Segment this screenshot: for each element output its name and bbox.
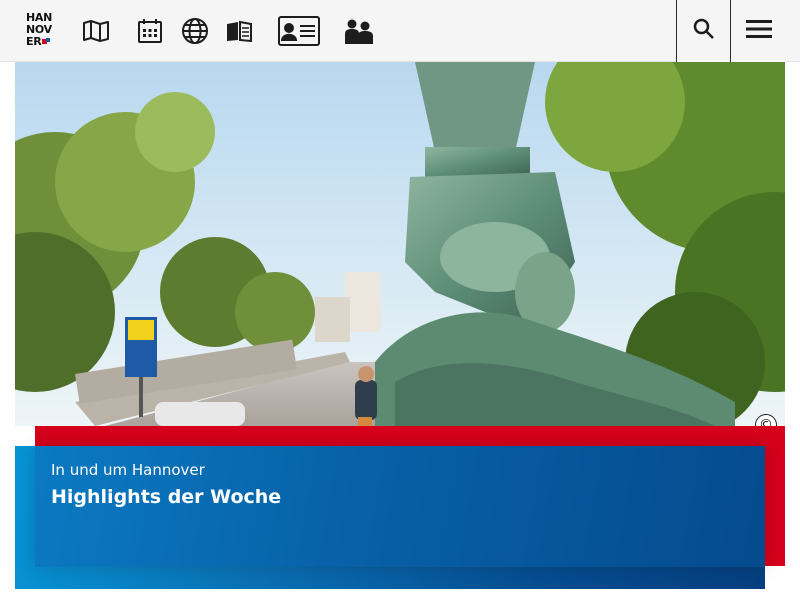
calendar-icon[interactable] (136, 14, 164, 48)
book-icon[interactable] (225, 14, 253, 48)
map-icon[interactable] (82, 14, 110, 48)
hannover-logo[interactable]: HAN NOV ER (26, 12, 56, 52)
logo-line-3: ER (26, 35, 42, 48)
menu-icon (745, 19, 772, 44)
globe-icon[interactable] (180, 14, 210, 48)
search-button[interactable] (676, 0, 730, 62)
id-card-icon[interactable] (277, 14, 321, 48)
teaser-kicker: In und um Hannover (51, 461, 205, 479)
people-icon[interactable] (343, 14, 375, 48)
search-icon (693, 18, 715, 45)
logo-blue-square (46, 38, 51, 42)
menu-button[interactable] (730, 0, 786, 62)
hero-image[interactable] (15, 62, 785, 426)
top-navigation-bar: HAN NOV ER (0, 0, 800, 62)
teaser-headline[interactable]: Highlights der Woche (51, 486, 281, 508)
